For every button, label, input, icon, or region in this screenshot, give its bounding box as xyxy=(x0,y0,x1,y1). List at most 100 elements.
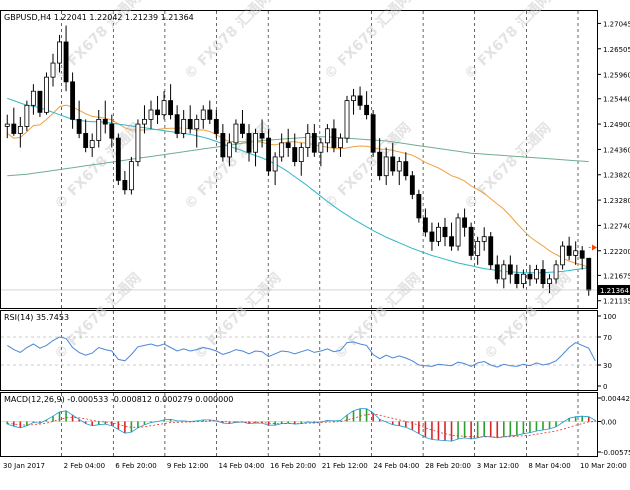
candle-body xyxy=(44,76,49,113)
candle-body xyxy=(540,269,546,285)
candle-body xyxy=(76,118,82,134)
candle-body xyxy=(560,245,566,266)
candle-body xyxy=(168,100,174,116)
candle-body xyxy=(553,264,559,280)
candle-body xyxy=(109,123,115,139)
candle-body xyxy=(409,175,415,195)
candle-body xyxy=(174,114,180,134)
candle-body xyxy=(573,250,579,256)
candle-body xyxy=(17,126,23,134)
candle-body xyxy=(11,123,17,134)
candle-body xyxy=(200,109,206,120)
candle-body xyxy=(305,133,311,148)
candle-body xyxy=(233,123,239,144)
candle-body xyxy=(279,142,285,158)
candle-body xyxy=(194,118,200,130)
candle-body xyxy=(96,118,102,141)
rsi-tick-label: 30 xyxy=(603,362,612,370)
candle-body xyxy=(135,123,141,163)
candle-body xyxy=(416,194,422,219)
candle-body xyxy=(30,90,36,106)
macd-legend-label: MACD(12,26,9) -0.000533 -0.000812 0.0002… xyxy=(4,395,233,404)
candle-body xyxy=(481,236,487,242)
candle-body xyxy=(357,95,363,106)
candle-body xyxy=(57,41,62,64)
y-tick-label: 1.22200 xyxy=(603,248,630,256)
y-tick-label: 1.24900 xyxy=(603,121,630,129)
candle-body xyxy=(514,273,520,285)
x-tick-label: 14 Feb 04:00 xyxy=(219,462,265,470)
x-tick-label: 9 Feb 12:00 xyxy=(167,462,208,470)
x-tick-label: 30 Jan 2017 xyxy=(3,462,45,470)
candle-body xyxy=(122,179,128,191)
candle-body xyxy=(4,123,10,127)
y-tick-label: 1.21675 xyxy=(603,272,630,280)
candle-body xyxy=(128,161,134,191)
candle-body xyxy=(370,114,376,153)
candle-body xyxy=(351,95,356,102)
candle-body xyxy=(102,118,108,125)
rsi-tick-label: 70 xyxy=(603,334,612,342)
candle-body xyxy=(449,236,454,247)
candle-body xyxy=(148,109,154,120)
candle-body xyxy=(383,156,389,177)
candle-body xyxy=(403,161,409,177)
candle-body xyxy=(37,90,43,113)
macd-tick-label: 0.00442 xyxy=(601,395,630,403)
candle-body xyxy=(259,133,265,139)
x-tick-label: 3 Mar 12:00 xyxy=(477,462,519,470)
candle-body xyxy=(527,273,533,280)
x-tick-label: 16 Feb 20:00 xyxy=(270,462,316,470)
macd-tick-label: 0.00 xyxy=(601,418,617,426)
y-tick-label: 1.23820 xyxy=(603,172,630,180)
rsi-tick-label: 0 xyxy=(603,383,607,391)
y-tick-label: 1.21135 xyxy=(603,298,630,306)
candle-body xyxy=(226,142,232,158)
candle-body xyxy=(520,273,526,285)
candle-body xyxy=(494,264,500,280)
candle-body xyxy=(213,118,219,134)
forex-chart: © FX678 汇通网 © FX678 汇通网 © FX678 汇通网 © FX678… xyxy=(0,0,630,470)
candle-body xyxy=(436,226,441,242)
macd-tick-label: -0.00575 xyxy=(601,449,630,457)
candle-body xyxy=(468,226,474,256)
x-tick-label: 24 Feb 04:00 xyxy=(373,462,419,470)
candle-body xyxy=(50,62,56,78)
candle-body xyxy=(292,147,298,163)
x-tick-label: 21 Feb 12:00 xyxy=(322,462,368,470)
candle-body xyxy=(63,41,69,83)
candle-body xyxy=(311,133,317,153)
candle-body xyxy=(442,226,448,238)
candle-body xyxy=(331,128,337,148)
candle-body xyxy=(324,128,330,144)
candle-body xyxy=(586,257,592,291)
candle-body xyxy=(364,104,370,116)
candle-body xyxy=(475,240,481,256)
y-tick-label: 1.25440 xyxy=(603,96,630,104)
candle-body xyxy=(488,236,494,266)
y-tick-label: 1.23280 xyxy=(603,197,630,205)
candle-body xyxy=(566,245,572,256)
candle-body xyxy=(24,104,30,127)
candle-body xyxy=(390,156,396,172)
candle-body xyxy=(155,109,160,116)
candle-body xyxy=(115,137,121,181)
candle-body xyxy=(70,81,76,120)
y-tick-label: 1.26505 xyxy=(603,46,630,54)
candle-body xyxy=(534,269,539,280)
candle-body xyxy=(396,161,402,172)
candle-body xyxy=(429,231,435,242)
candle-body xyxy=(161,100,167,116)
candle-body xyxy=(298,147,304,163)
x-tick-label: 2 Feb 04:00 xyxy=(64,462,105,470)
candle-body xyxy=(89,140,95,148)
candle-body xyxy=(142,118,147,125)
candle-body xyxy=(187,118,193,130)
candle-body xyxy=(253,133,258,153)
candle-body xyxy=(455,217,461,247)
candle-body xyxy=(181,118,187,134)
x-tick-label: 10 Mar 20:00 xyxy=(580,462,627,470)
candle-body xyxy=(83,133,89,148)
candle-body xyxy=(246,133,252,153)
candle-body xyxy=(266,137,272,172)
